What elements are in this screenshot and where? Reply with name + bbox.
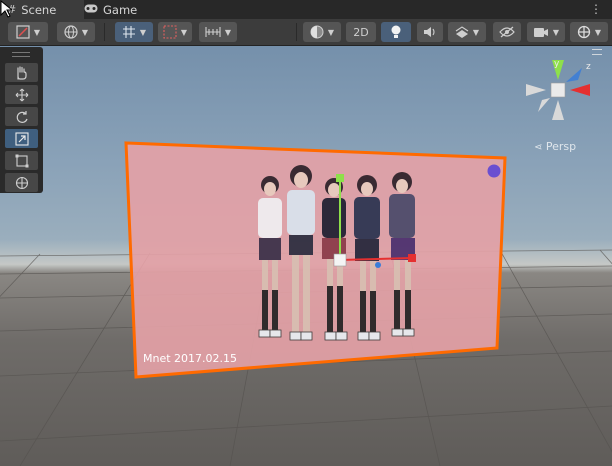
persp-label: Persp (545, 140, 577, 153)
ruler-icon (205, 27, 221, 37)
hand-tool-button[interactable] (5, 63, 38, 82)
chevron-down-icon: ▼ (472, 27, 480, 37)
gizmo-y-label: y (554, 59, 560, 69)
effects-dropdown[interactable]: ▼ (448, 22, 486, 42)
persp-icon: ⋖ (534, 142, 543, 153)
lighting-toggle[interactable] (381, 22, 411, 42)
grid-snap-button[interactable]: ▼ (115, 22, 153, 42)
orientation-gizmo (526, 60, 590, 120)
chevron-down-icon: ▼ (224, 27, 232, 37)
transform-tool-button[interactable] (5, 173, 38, 192)
rotate-icon (16, 110, 28, 123)
projection-toggle[interactable]: ⋖ Persp (534, 140, 576, 153)
mouse-cursor-icon (0, 0, 12, 18)
chevron-down-icon: ▼ (81, 27, 89, 37)
gizmos-dropdown[interactable]: ▼ (570, 22, 608, 42)
scene-canvas[interactable] (0, 46, 612, 466)
scene-viewport[interactable]: y z (0, 46, 612, 466)
scene-toolbar: ▼ ▼ ▼ ▼ ▼ ▼ 2D ▼ ▼ ▼ (0, 19, 612, 46)
tool-palette (0, 47, 43, 193)
effects-icon (455, 26, 469, 38)
visibility-icon (499, 26, 515, 38)
palette-grip-icon[interactable] (12, 52, 30, 57)
photo-quad (124, 141, 507, 379)
separator (296, 23, 297, 41)
global-local-dropdown[interactable]: ▼ (57, 22, 95, 42)
tab-game[interactable]: Game (84, 0, 154, 19)
rect-icon (15, 154, 28, 167)
hand-icon (17, 65, 27, 80)
object-marker (487, 164, 501, 178)
camera-icon (533, 27, 548, 37)
ruler-dropdown[interactable]: ▼ (199, 22, 237, 42)
visibility-toggle[interactable] (493, 22, 521, 42)
gamepad-icon (84, 3, 98, 16)
more-options-icon[interactable]: ⋮ (590, 0, 602, 19)
separator (104, 23, 105, 41)
chevron-down-icon: ▼ (552, 27, 560, 37)
move-tool-button[interactable] (5, 85, 38, 104)
audio-icon (424, 27, 435, 37)
mode-2d-button[interactable]: 2D (346, 22, 376, 42)
move-icon (15, 88, 28, 101)
rect-tool-button[interactable] (5, 151, 38, 170)
scale-icon (14, 131, 29, 146)
mode-2d-label: 2D (353, 25, 369, 39)
transform-tool-icon (16, 25, 30, 39)
transform-icon (15, 176, 28, 189)
gizmo-z-label: z (586, 62, 591, 72)
grid-snap-icon (122, 26, 135, 38)
camera-dropdown[interactable]: ▼ (527, 22, 565, 42)
shading-icon (310, 25, 324, 39)
increment-snap-button[interactable]: ▼ (158, 22, 192, 42)
photo-caption: Mnet 2017.02.15 (143, 352, 238, 365)
tab-scene[interactable]: # Scene (0, 0, 84, 19)
rotate-tool-button[interactable] (5, 107, 38, 126)
gizmos-icon (577, 25, 591, 39)
gizmo-lock-icon[interactable] (592, 49, 602, 55)
scale-tool-button[interactable] (5, 129, 38, 148)
chevron-down-icon: ▼ (180, 27, 188, 37)
lighting-icon (391, 25, 401, 38)
global-icon (64, 25, 78, 39)
draw-mode-dropdown[interactable]: ▼ (8, 22, 48, 42)
chevron-down-icon: ▼ (327, 27, 335, 37)
shading-mode-dropdown[interactable]: ▼ (303, 22, 341, 42)
chevron-down-icon: ▼ (33, 27, 41, 37)
audio-toggle[interactable] (417, 22, 443, 42)
increment-snap-icon (163, 25, 177, 39)
chevron-down-icon: ▼ (139, 27, 147, 37)
tab-scene-label: Scene (21, 2, 57, 17)
tab-game-label: Game (103, 2, 138, 17)
tab-bar: # Scene Game ⋮ (0, 0, 612, 19)
chevron-down-icon: ▼ (594, 27, 602, 37)
